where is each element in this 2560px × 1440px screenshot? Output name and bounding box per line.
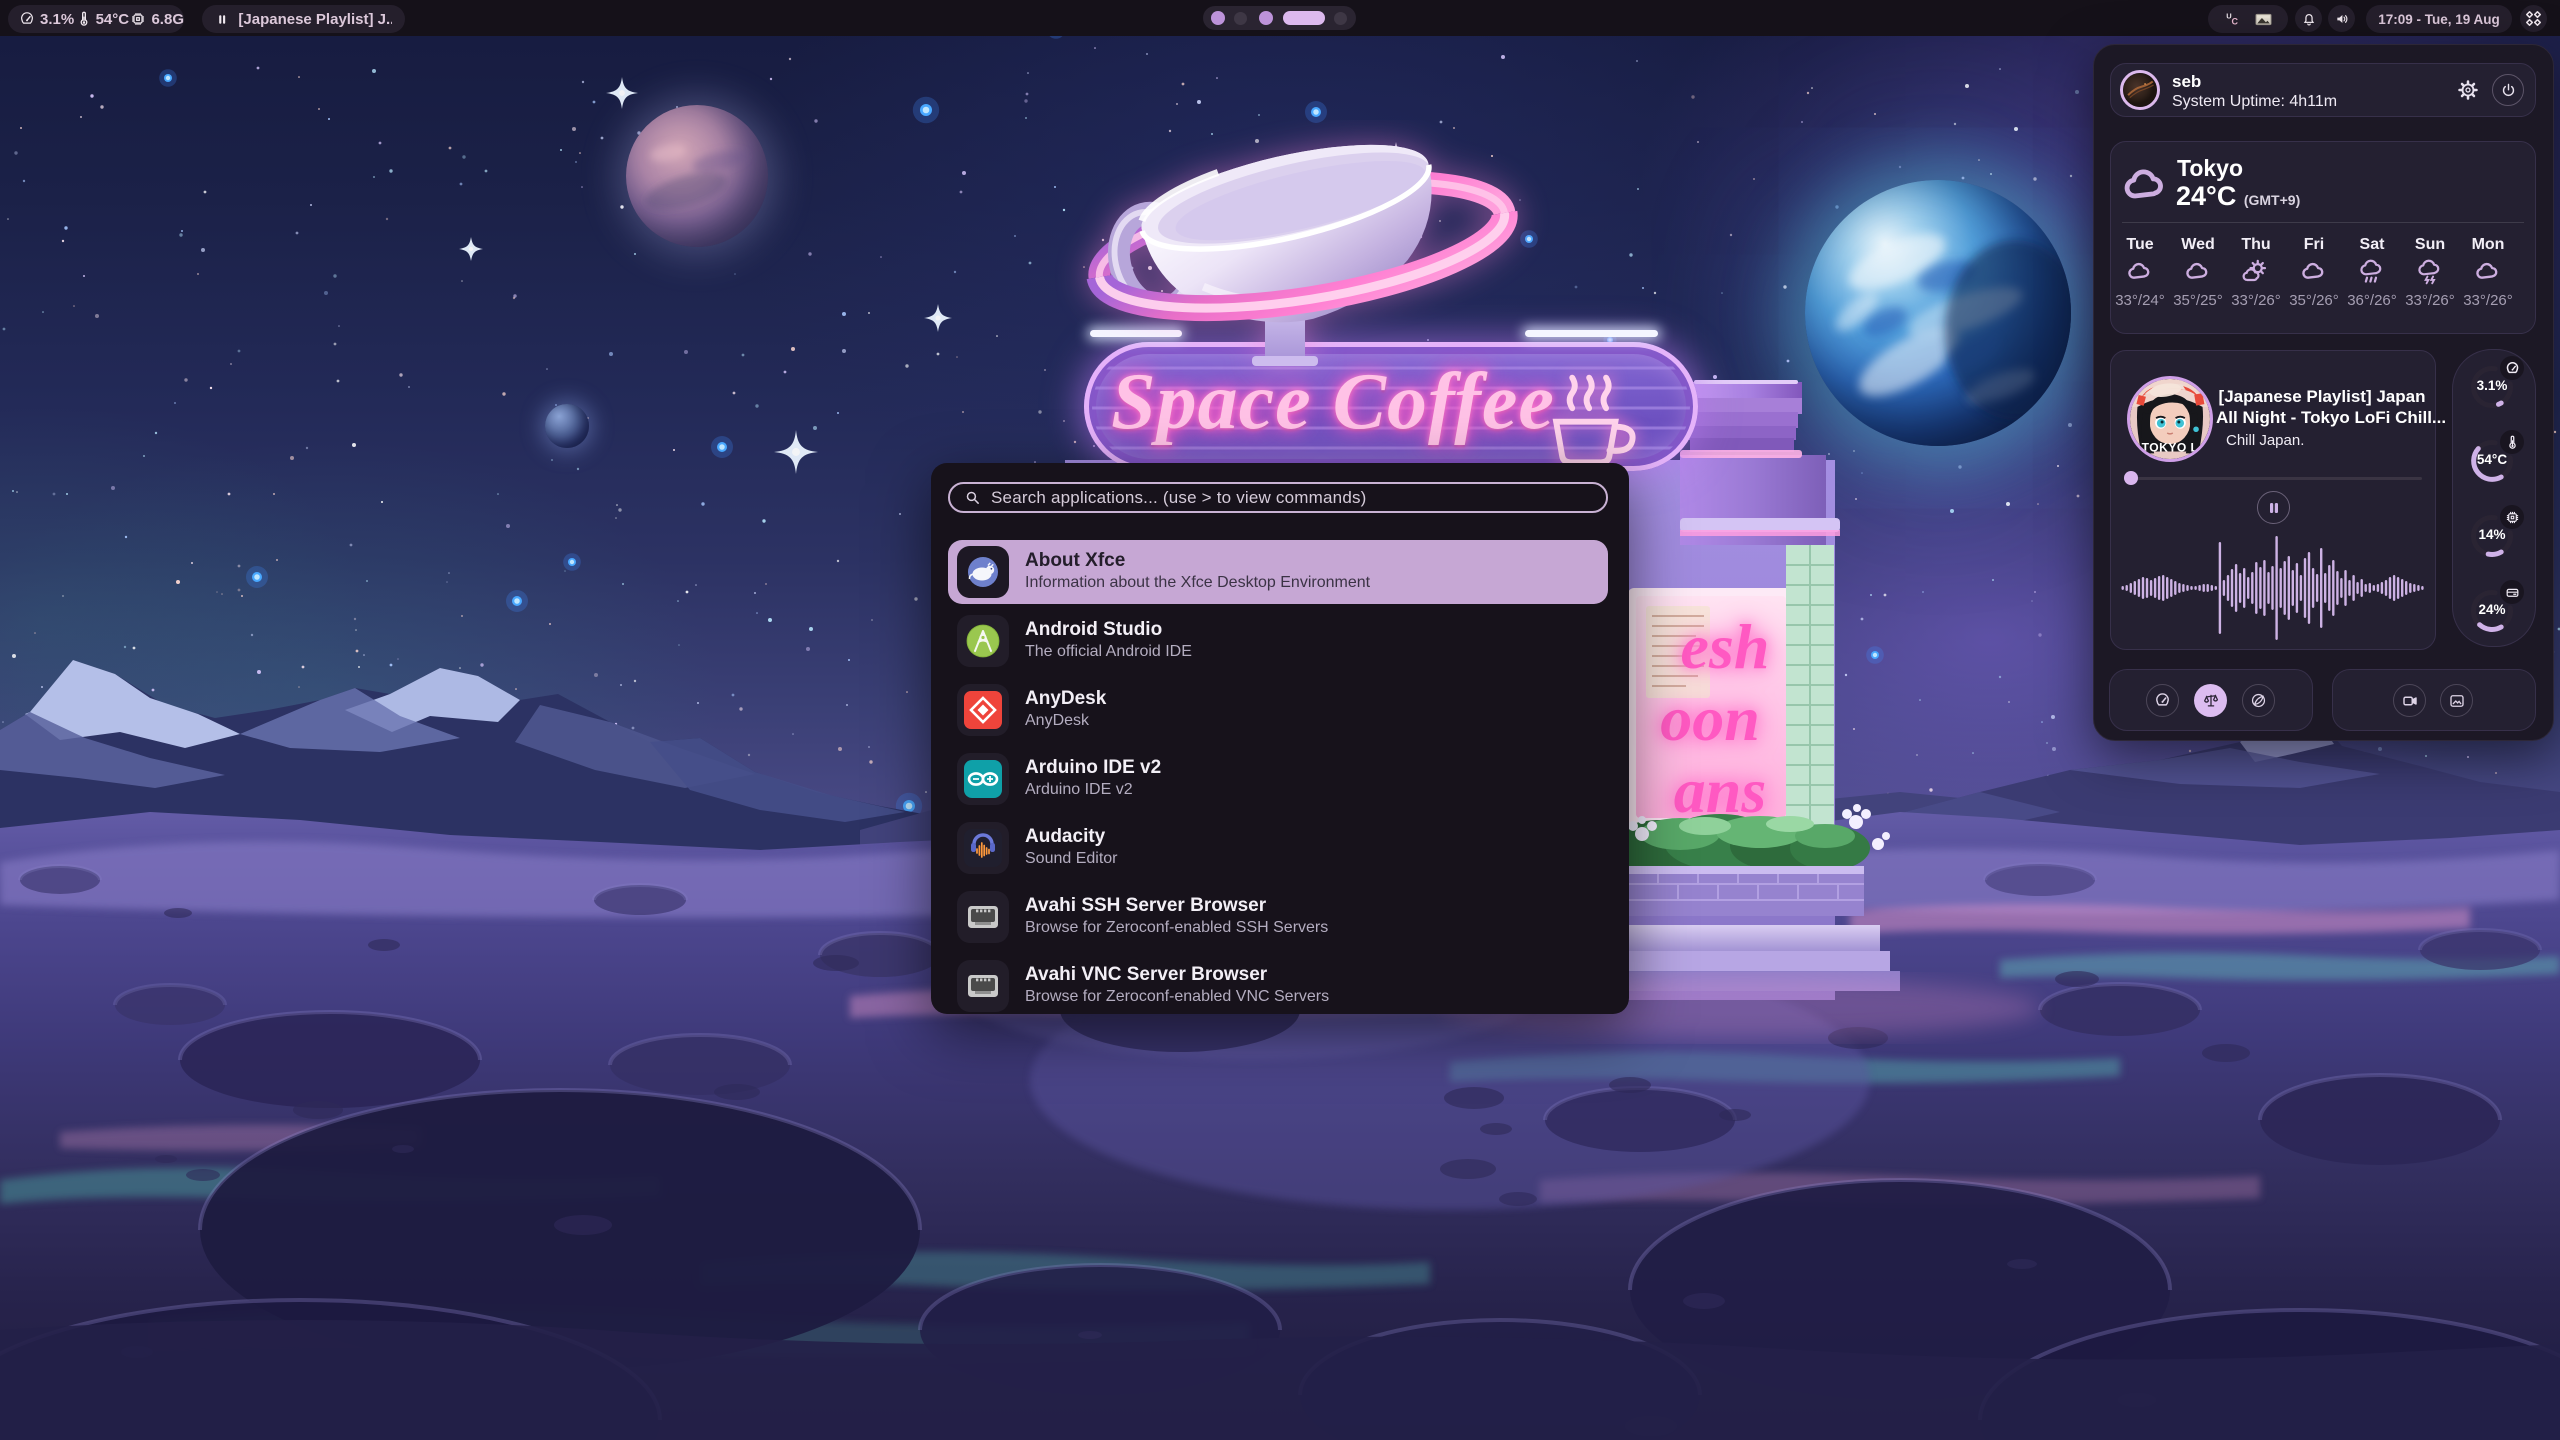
svg-text:oon: oon: [1660, 683, 1760, 754]
svg-text:TOKYO L: TOKYO L: [2142, 441, 2199, 455]
svg-text:esh: esh: [1681, 611, 1770, 682]
svg-text:C: C: [2231, 16, 2238, 26]
